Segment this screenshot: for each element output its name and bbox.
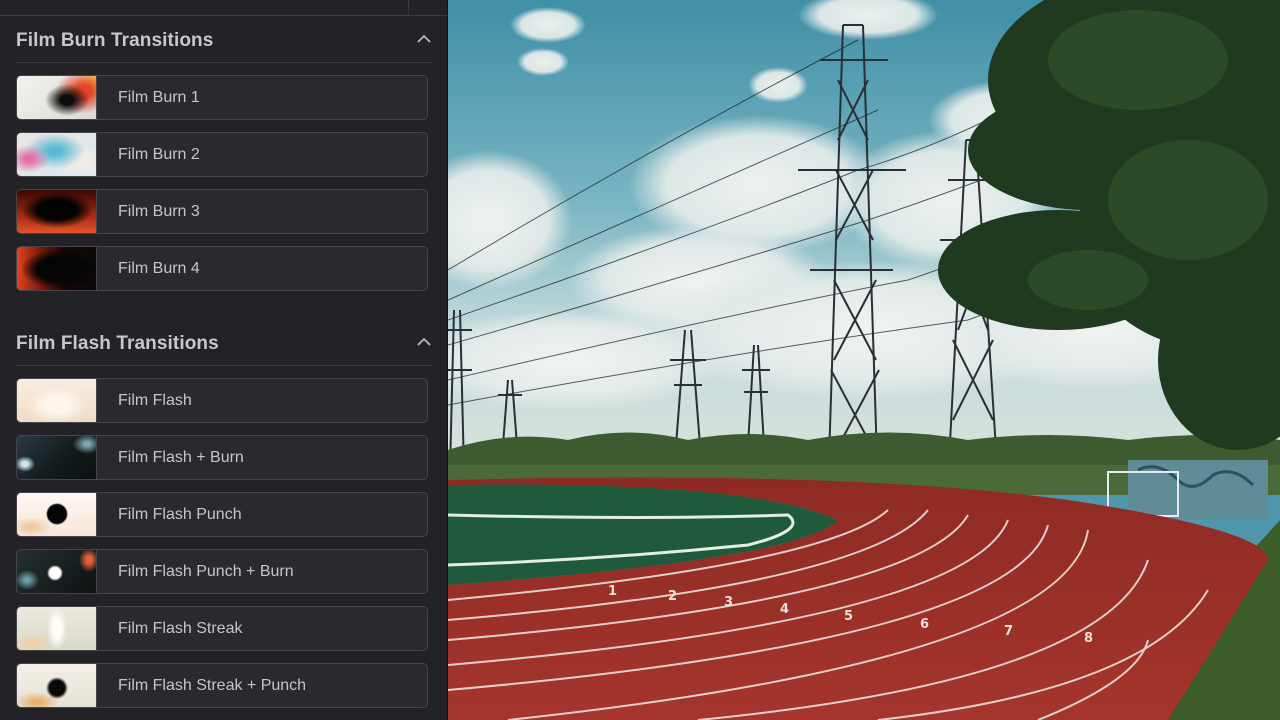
lane-number: 4	[780, 602, 789, 617]
list-item-label: Film Burn 4	[118, 260, 200, 277]
list-item-film-flash-burn[interactable]: Film Flash + Burn	[16, 435, 428, 480]
lane-number: 2	[668, 589, 677, 604]
film-burn-2-thumbnail	[17, 133, 97, 176]
list-item-label: Film Burn 2	[118, 146, 200, 163]
lane-number: 7	[1004, 624, 1013, 639]
list-item-film-burn-3[interactable]: Film Burn 3	[16, 189, 428, 234]
section-title: Film Flash Transitions	[16, 333, 219, 354]
list-item-film-burn-4[interactable]: Film Burn 4	[16, 246, 428, 291]
film-flash-thumbnail	[17, 379, 97, 422]
film-burn-list: Film Burn 1 Film Burn 2 Film Burn 3 Film…	[16, 75, 428, 303]
list-item-film-burn-1[interactable]: Film Burn 1	[16, 75, 428, 120]
list-item-label: Film Flash Punch + Burn	[118, 563, 294, 580]
film-flash-streak-thumbnail	[17, 607, 97, 650]
film-flash-burn-thumbnail	[17, 436, 97, 479]
chevron-up-icon[interactable]	[416, 335, 432, 349]
app-window: Film Burn Transitions Film Burn 1 Film B…	[0, 0, 1280, 720]
list-item-film-burn-2[interactable]: Film Burn 2	[16, 132, 428, 177]
list-item-label: Film Flash Streak + Punch	[118, 677, 307, 694]
lane-number: 3	[724, 595, 733, 610]
list-item-label: Film Flash Punch	[118, 506, 242, 523]
section-header-film-flash[interactable]: Film Flash Transitions	[16, 319, 432, 366]
panel-top-strip	[0, 0, 447, 16]
list-item-film-flash-punch[interactable]: Film Flash Punch	[16, 492, 428, 537]
lane-number: 1	[608, 584, 617, 599]
chevron-up-icon[interactable]	[416, 32, 432, 46]
film-burn-4-thumbnail	[17, 247, 97, 290]
film-flash-streak-punch-thumbnail	[17, 664, 97, 707]
film-burn-1-thumbnail	[17, 76, 97, 119]
list-item-film-flash-streak[interactable]: Film Flash Streak	[16, 606, 428, 651]
film-burn-3-thumbnail	[17, 190, 97, 233]
film-flash-punch-thumbnail	[17, 493, 97, 536]
panel-top-divider	[408, 0, 409, 15]
list-item-label: Film Flash	[118, 392, 192, 409]
preview-image: 1 2 3 4 5 6 7 8	[448, 0, 1280, 720]
lane-number: 6	[920, 617, 929, 632]
list-item-label: Film Burn 3	[118, 203, 200, 220]
transitions-panel: Film Burn Transitions Film Burn 1 Film B…	[0, 0, 448, 720]
list-item-film-flash-streak-punch[interactable]: Film Flash Streak + Punch	[16, 663, 428, 708]
lane-number: 5	[844, 609, 853, 624]
list-item-film-flash-punch-burn[interactable]: Film Flash Punch + Burn	[16, 549, 428, 594]
list-item-label: Film Flash Streak	[118, 620, 243, 637]
film-flash-list: Film Flash Film Flash + Burn Film Flash …	[16, 378, 428, 720]
section-title: Film Burn Transitions	[16, 30, 214, 51]
list-item-film-flash[interactable]: Film Flash	[16, 378, 428, 423]
video-preview[interactable]: 1 2 3 4 5 6 7 8	[448, 0, 1280, 720]
section-header-film-burn[interactable]: Film Burn Transitions	[16, 16, 432, 63]
list-item-label: Film Burn 1	[118, 89, 200, 106]
list-item-label: Film Flash + Burn	[118, 449, 244, 466]
lane-number: 8	[1084, 631, 1093, 646]
graffiti-wall	[1128, 460, 1268, 520]
film-flash-punch-burn-thumbnail	[17, 550, 97, 593]
